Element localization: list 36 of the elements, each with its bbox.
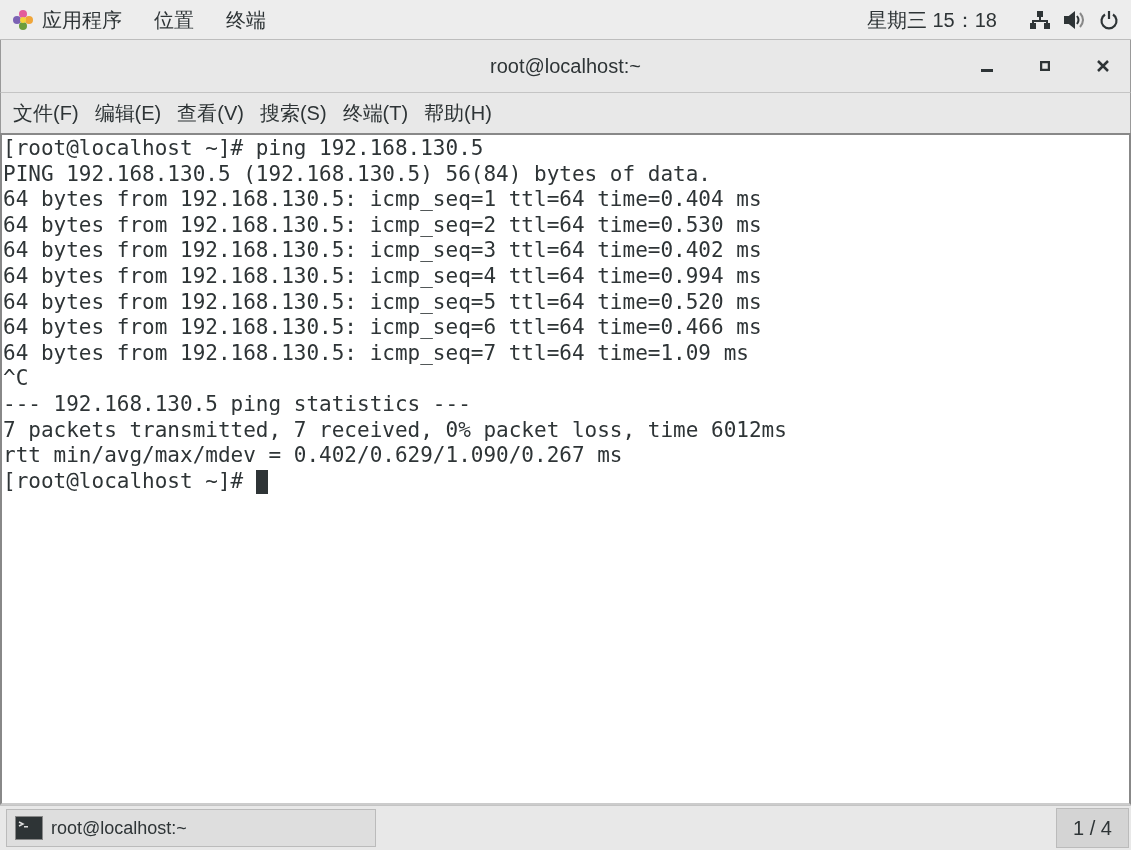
terminal-line: 64 bytes from 192.168.130.5: icmp_seq=6 ttl=64 time=0.466 ms: [3, 315, 762, 341]
clock[interactable]: 星期三 15：18: [866, 4, 997, 35]
menu-item[interactable]: 编辑(E): [94, 98, 162, 128]
text-cursor: [255, 469, 268, 494]
terminal-line: 64 bytes from 192.168.130.5: icmp_seq=4 ttl=64 time=0.994 ms: [3, 263, 762, 290]
terminal-line: [root@localhost ~]#: [3, 468, 245, 495]
terminal-line: --- 192.168.130.5 ping statistics ---: [3, 391, 471, 418]
top-menu-item[interactable]: 终端: [226, 4, 266, 35]
terminal-line: 64 bytes from 192.168.130.5: icmp_seq=3 ttl=64 time=0.402 ms: [3, 238, 762, 264]
terminal-line: 64 bytes from 192.168.130.5: icmp_seq=7 ttl=64 time=1.09 ms: [3, 340, 749, 367]
terminal-line: [root@localhost ~]# ping 192.168.130.5: [3, 136, 484, 162]
terminal-line: 7 packets transmitted, 7 received, 0% packet loss, time 6012ms: [3, 417, 787, 444]
power-icon[interactable]: [1099, 9, 1119, 30]
apps-icon[interactable]: [12, 8, 34, 31]
terminal-line: ^C: [3, 366, 29, 392]
terminal-line: 64 bytes from 192.168.130.5: icmp_seq=2 ttl=64 time=0.530 ms: [3, 212, 762, 239]
workspace-indicator[interactable]: 1 / 4: [1056, 808, 1129, 848]
menu-item[interactable]: 搜索(S): [259, 98, 327, 128]
menu-item[interactable]: 终端(T): [342, 98, 409, 128]
top-menu-item[interactable]: 位置: [154, 4, 194, 35]
terminal-icon: [15, 816, 43, 840]
close-icon: [1097, 60, 1109, 72]
window-title: root@localhost:~: [490, 54, 641, 79]
terminal-line: 64 bytes from 192.168.130.5: icmp_seq=1 ttl=64 time=0.404 ms: [3, 187, 762, 213]
taskbar-window-button[interactable]: root@localhost:~: [6, 809, 376, 847]
menu-item[interactable]: 帮助(H): [424, 98, 492, 128]
network-icon[interactable]: [1029, 9, 1051, 30]
volume-icon[interactable]: [1063, 9, 1087, 30]
terminal-line: rtt min/avg/max/mdev = 0.402/0.629/1.090/0.267 ms: [3, 443, 623, 469]
maximize-icon: [1040, 61, 1050, 71]
top-menu-item[interactable]: 应用程序: [42, 4, 122, 35]
terminal-line: PING 192.168.130.5 (192.168.130.5) 56(84) bytes of data.: [3, 161, 711, 188]
terminal-line: 64 bytes from 192.168.130.5: icmp_seq=5 ttl=64 time=0.520 ms: [3, 289, 762, 316]
minimize-icon: [981, 69, 993, 72]
menu-item[interactable]: 查看(V): [177, 98, 244, 128]
menu-item[interactable]: 文件(F): [13, 98, 79, 128]
